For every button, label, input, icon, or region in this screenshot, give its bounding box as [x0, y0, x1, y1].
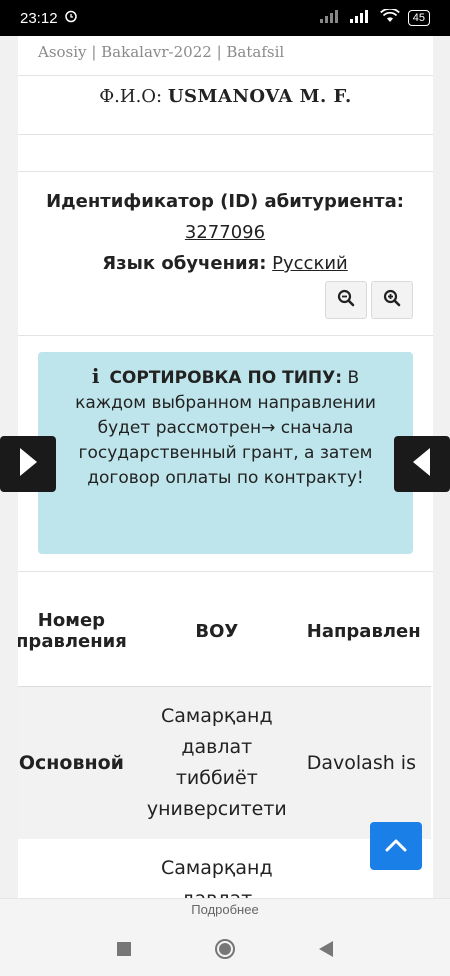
header-direction: Направлен	[306, 620, 421, 642]
signal-icon	[349, 9, 372, 27]
next-arrow-button[interactable]	[0, 436, 56, 492]
signal-icon	[319, 9, 342, 27]
header-direction-number: Номер правления	[18, 610, 127, 652]
divider	[18, 134, 433, 135]
id-value-link[interactable]: 3277096	[185, 222, 265, 243]
alarm-icon	[64, 9, 78, 27]
cell-direction: Davolash is	[296, 686, 431, 839]
table-row: Самарқанд давлат	[18, 839, 431, 898]
cell-university: Самарқанд давлат тиббиёт университети	[136, 686, 297, 839]
breadcrumb-home[interactable]: Asosiy	[38, 43, 87, 61]
applicant-name-value: USMANOVA M. F.	[167, 86, 352, 107]
battery-icon: 45	[407, 10, 430, 26]
chevron-left-icon	[411, 446, 433, 482]
chevron-up-icon	[385, 837, 407, 856]
back-icon[interactable]	[318, 940, 334, 962]
id-label: Идентификатор (ID) абитуриента:	[46, 191, 404, 212]
header-university: ВОУ	[195, 620, 239, 642]
cell-type	[18, 839, 137, 898]
info-icon: i	[91, 364, 100, 388]
divider	[18, 171, 433, 172]
system-navbar	[0, 927, 450, 973]
status-time: 23:12	[20, 9, 58, 27]
language-label: Язык обучения:	[102, 253, 267, 274]
breadcrumb-bachelor[interactable]: Bakalavr-2022	[101, 43, 212, 61]
table-row: Основной Самарқанд давлат тиббиёт универ…	[18, 686, 431, 839]
cell-type: Основной	[18, 686, 137, 839]
status-bar: 23:12 45	[0, 0, 450, 36]
zoom-in-icon	[383, 289, 401, 311]
applicant-name: Ф.И.О: USMANOVA M. F.	[99, 86, 352, 107]
scroll-to-top-button[interactable]	[370, 822, 422, 870]
zoom-out-button[interactable]	[325, 281, 367, 319]
more-link[interactable]: Подробнее	[0, 902, 450, 917]
divider	[18, 571, 433, 572]
sorting-alert: i СОРТИРОВКА ПО ТИПУ: В каждом выбранном …	[38, 352, 413, 554]
bottom-bar: Подробнее	[0, 898, 450, 976]
alert-title: СОРТИРОВКА ПО ТИПУ:	[109, 368, 343, 388]
wifi-icon	[379, 7, 400, 27]
breadcrumb-details: Batafsil	[226, 43, 285, 61]
divider	[18, 335, 433, 336]
zoom-in-button[interactable]	[371, 281, 413, 319]
table-header-row: Номер правления ВОУ Направлен	[18, 576, 431, 687]
recent-apps-icon[interactable]	[116, 941, 132, 961]
prev-arrow-button[interactable]	[394, 436, 450, 492]
chevron-right-icon	[17, 446, 39, 482]
directions-table: Номер правления ВОУ Направлен Основной С…	[18, 576, 431, 898]
applicant-info: Идентификатор (ID) абитуриента: 3277096 …	[38, 186, 412, 279]
language-value-link[interactable]: Русский	[272, 253, 348, 274]
home-icon[interactable]	[214, 938, 236, 964]
content-card: Asosiy | Bakalavr-2022 | Batafsil Ф.И.О:…	[18, 36, 433, 898]
cell-university: Самарқанд давлат	[160, 857, 273, 898]
breadcrumb: Asosiy | Bakalavr-2022 | Batafsil	[18, 36, 433, 76]
zoom-out-icon	[337, 289, 355, 311]
